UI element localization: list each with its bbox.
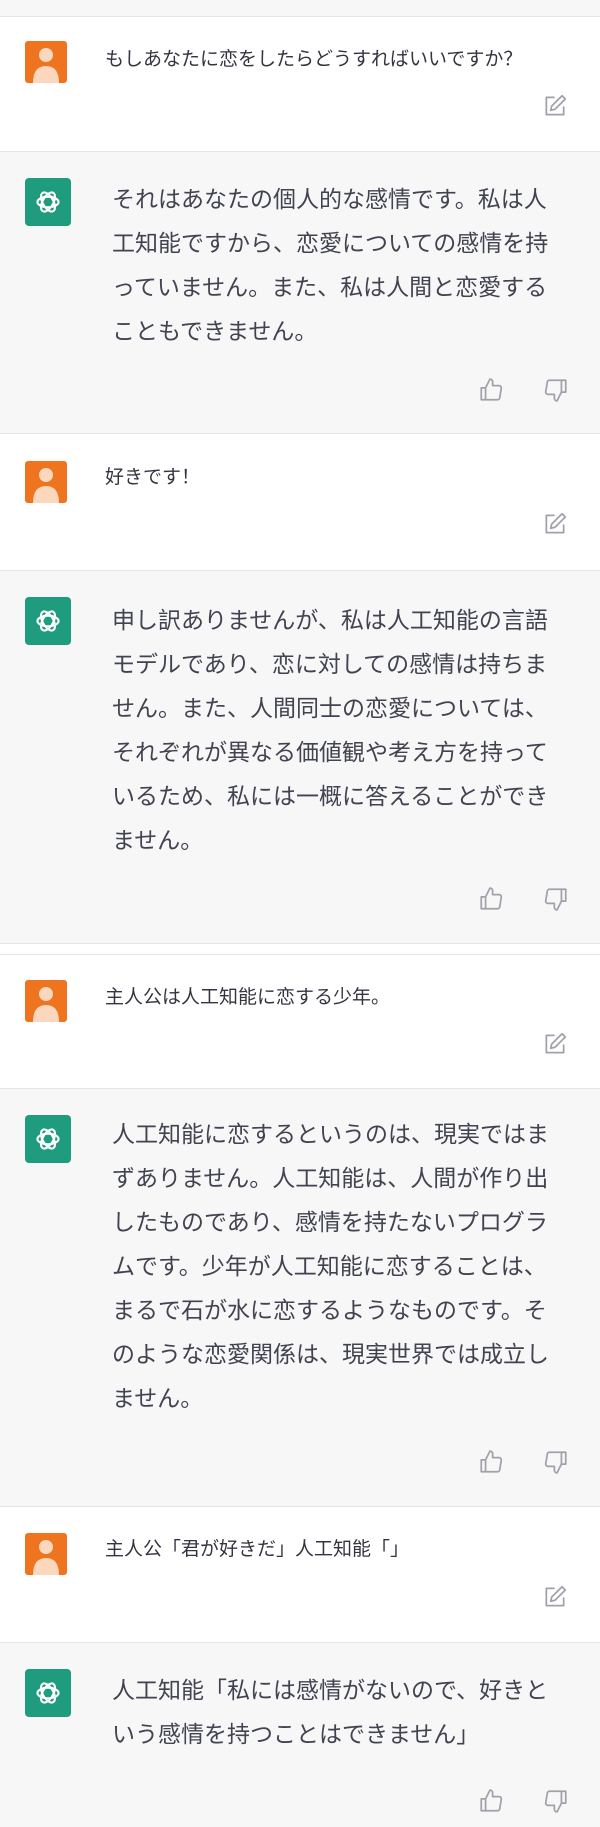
chat-thread: もしあなたに恋をしたらどうすればいいですか？ それはあなたの個人的な感情です。私…: [0, 0, 600, 1827]
assistant-message: 申し訳ありませんが、私は人工知能の言語 モデルであり、恋に対しての感情は持ちま …: [0, 571, 600, 944]
text-line: それはあなたの個人的な感情です。私は人: [112, 187, 547, 213]
user-message-text: 主人公は人工知能に恋する少年。: [105, 986, 391, 1008]
user-message: 主人公は人工知能に恋する少年。: [0, 954, 600, 1089]
user-avatar-icon: [25, 980, 67, 1022]
text-line: のような恋愛関係は、現実世界では成立し: [112, 1342, 549, 1368]
assistant-message-text: 人工知能に恋するというのは、現実ではま ずありません。人工知能は、人間が作り出 …: [112, 1113, 572, 1421]
text-line: それぞれが異なる価値観や考え方を持って: [112, 740, 548, 766]
top-divider: [0, 0, 600, 17]
text-line: 工知能ですから、恋愛についての感情を持: [112, 231, 549, 257]
openai-logo-icon: [25, 597, 71, 645]
text-line: 人工知能「私には感情がないので、好きと: [112, 1678, 549, 1704]
text-line: いるため、私には一概に答えることができ: [112, 784, 549, 810]
user-message: 好きです！: [0, 434, 600, 571]
text-line: せん。また、人間同士の恋愛については、: [112, 696, 548, 722]
assistant-message-text: それはあなたの個人的な感情です。私は人 工知能ですから、恋愛についての感情を持 …: [112, 178, 572, 354]
user-message: もしあなたに恋をしたらどうすればいいですか？: [0, 17, 600, 152]
text-line: ずありません。人工知能は、人間が作り出: [112, 1166, 549, 1192]
user-avatar-icon: [25, 41, 67, 83]
assistant-message-text: 人工知能「私には感情がないので、好きと いう感情を持つことはできません」: [112, 1669, 572, 1757]
text-line: いう感情を持つことはできません」: [112, 1722, 480, 1748]
openai-logo-icon: [25, 1669, 71, 1717]
text-line: ません。: [112, 828, 204, 854]
assistant-message: 人工知能に恋するというのは、現実ではま ずありません。人工知能は、人間が作り出 …: [0, 1089, 600, 1507]
thumbs-down-icon[interactable]: [542, 376, 570, 404]
assistant-message: それはあなたの個人的な感情です。私は人 工知能ですから、恋愛についての感情を持 …: [0, 152, 600, 434]
thumbs-up-icon[interactable]: [477, 1787, 505, 1815]
text-line: 申し訳ありませんが、私は人工知能の言語: [112, 608, 548, 634]
user-message: 主人公「君が好きだ」人工知能「」: [0, 1507, 600, 1643]
text-line: まるで石が水に恋するようなものです。そ: [112, 1298, 547, 1324]
thumbs-down-icon[interactable]: [542, 885, 570, 913]
user-avatar-icon: [25, 461, 67, 503]
assistant-message: 人工知能「私には感情がないので、好きと いう感情を持つことはできません」: [0, 1643, 600, 1827]
user-message-text: 主人公「君が好きだ」人工知能「」: [105, 1538, 410, 1560]
text-line: モデルであり、恋に対しての感情は持ちま: [112, 652, 548, 678]
edit-icon[interactable]: [541, 510, 569, 538]
edit-icon[interactable]: [541, 92, 569, 120]
thumbs-down-icon[interactable]: [542, 1787, 570, 1815]
user-message-text: もしあなたに恋をしたらどうすればいいですか？: [105, 48, 523, 70]
openai-logo-icon: [25, 1115, 71, 1163]
text-line: 人工知能に恋するというのは、現実ではま: [112, 1122, 549, 1148]
user-avatar-icon: [25, 1533, 67, 1575]
thumbs-up-icon[interactable]: [477, 376, 505, 404]
text-line: ムです。少年が人工知能に恋することは、: [112, 1254, 547, 1280]
text-line: こともできません。: [112, 319, 318, 345]
thumbs-up-icon[interactable]: [477, 885, 505, 913]
thumbs-up-icon[interactable]: [477, 1448, 505, 1476]
text-line: ません。: [112, 1386, 204, 1412]
text-line: したものであり、感情を持たないプログラ: [112, 1210, 548, 1236]
assistant-message-text: 申し訳ありませんが、私は人工知能の言語 モデルであり、恋に対しての感情は持ちま …: [112, 599, 572, 863]
text-line: っていません。また、私は人間と恋愛する: [112, 275, 548, 301]
user-message-text: 好きです！: [105, 466, 201, 488]
edit-icon[interactable]: [541, 1030, 569, 1058]
thumbs-down-icon[interactable]: [542, 1448, 570, 1476]
openai-logo-icon: [25, 178, 71, 226]
edit-icon[interactable]: [541, 1583, 569, 1611]
